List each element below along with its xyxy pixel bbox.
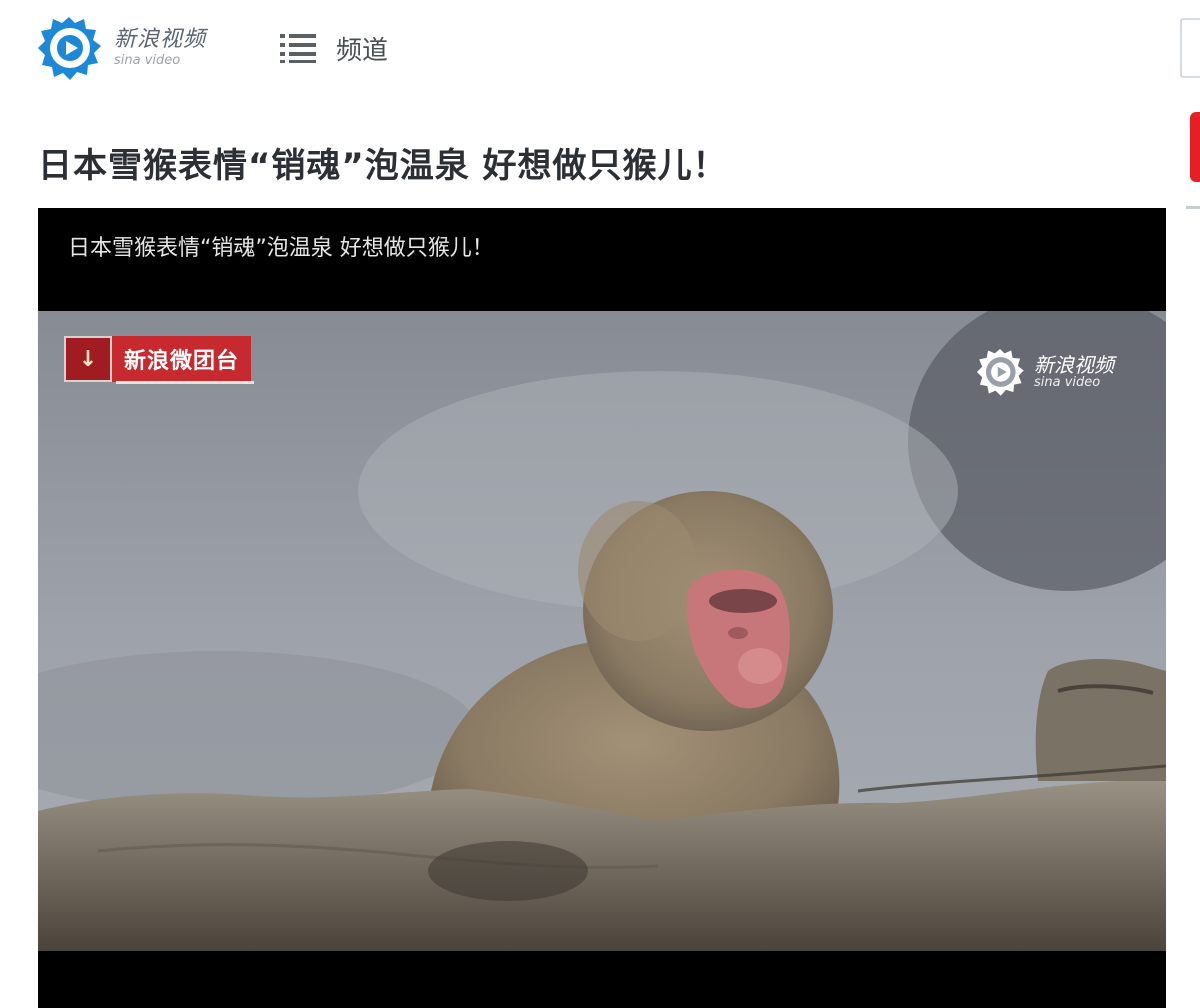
page: 新浪视频 sina video 频道 日本雪猴表情“销魂”泡温泉 好想做只猴儿！… — [0, 0, 1200, 1008]
sina-video-logo[interactable]: 新浪视频 sina video — [34, 10, 234, 86]
sina-eye-play-icon — [38, 17, 101, 80]
video-frame[interactable] — [38, 311, 1166, 951]
watermark-chinese-text: 新浪视频 — [1034, 353, 1114, 377]
badge-label: 新浪微团台 — [112, 336, 252, 382]
menu-list-icon — [280, 34, 316, 63]
badge-square-icon: ↓ — [64, 336, 112, 382]
sina-video-watermark: 新浪视频 sina video — [974, 346, 1114, 398]
channel-label: 频道 — [336, 35, 389, 66]
logo-english-text: sina video — [114, 53, 181, 68]
broadcast-badge: ↓ 新浪微团台 — [64, 336, 252, 382]
channel-menu-button[interactable]: 频道 — [278, 28, 388, 68]
watermark-english-text: sina video — [1034, 375, 1101, 390]
video-title-overlay: 日本雪猴表情“销魂”泡温泉 好想做只猴儿！ — [68, 236, 494, 261]
badge-underline — [116, 381, 254, 384]
side-red-tab[interactable] — [1190, 112, 1200, 182]
search-box-edge[interactable] — [1180, 18, 1200, 78]
video-player[interactable]: 日本雪猴表情“销魂”泡温泉 好想做只猴儿！ ↓ 新浪微团台 新浪视频 sina … — [38, 208, 1166, 1008]
snow-monkey-hot-spring-video-frame — [38, 311, 1166, 951]
sina-eye-play-icon — [976, 348, 1024, 396]
logo-chinese-text: 新浪视频 — [114, 27, 207, 52]
page-title: 日本雪猴表情“销魂”泡温泉 好想做只猴儿！ — [38, 146, 728, 186]
site-header: 新浪视频 sina video 频道 — [0, 0, 1200, 100]
side-divider — [1186, 206, 1200, 209]
